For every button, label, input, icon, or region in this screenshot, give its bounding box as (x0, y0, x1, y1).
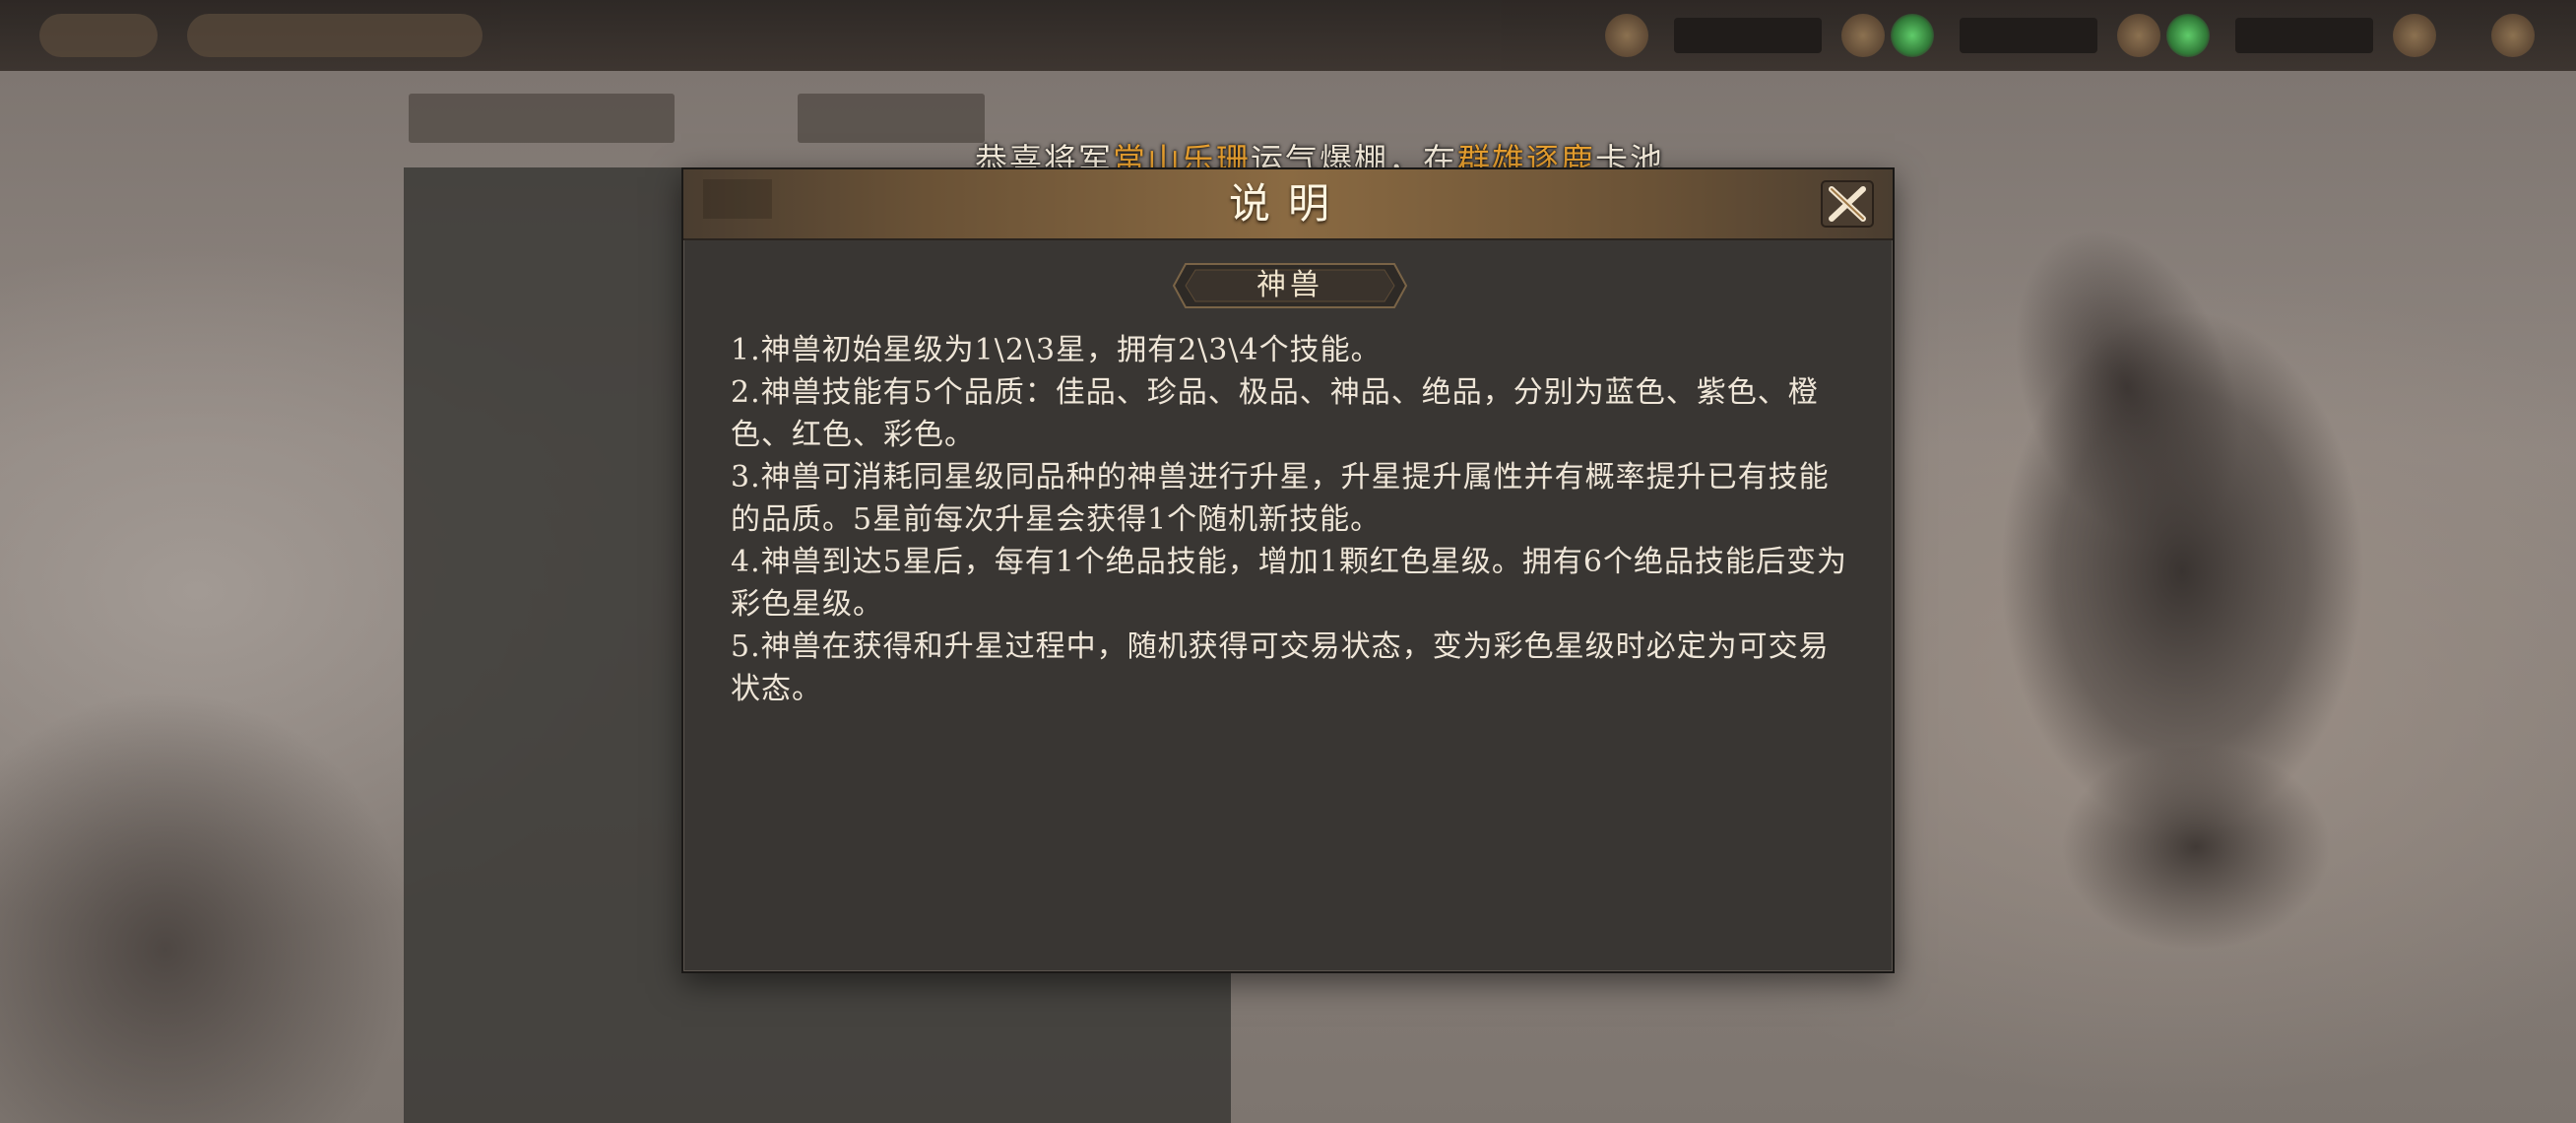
description-line: 3.神兽可消耗同星级同品种的神兽进行升星，升星提升属性并有概率提升已有技能的品质… (731, 460, 1830, 537)
hud-resource-bar (1674, 18, 1822, 53)
description-line: 4.神兽到达5星后，每有1个绝品技能，增加1颗红色星级。拥有6个绝品技能后变为彩… (731, 545, 1847, 622)
hud-coin-icon (2117, 14, 2160, 57)
background-smoke (0, 690, 414, 1123)
hud-coin-icon (1605, 14, 1648, 57)
game-screen: 恭喜将军常山乐珊运气爆棚，在群雄逐鹿卡池 说明 神兽 1.神兽初始星级为1\2\… (0, 0, 2576, 1123)
background-tab (409, 94, 675, 143)
info-dialog: 说明 神兽 1.神兽初始星级为1\2\3星，拥有2\3\4个技能。 2.神兽技能… (681, 167, 1895, 973)
hud-title-area (187, 14, 483, 57)
top-hud-bar (0, 0, 2576, 71)
description-line: 5.神兽在获得和升星过程中，随机获得可交易状态，变为彩色星级时必定为可交易状态。 (731, 629, 1830, 706)
hud-back-icon[interactable] (39, 14, 158, 57)
description-line: 1.神兽初始星级为1\2\3星，拥有2\3\4个技能。 (731, 333, 1382, 367)
close-x-icon (1821, 180, 1874, 228)
hud-resource-bar (1960, 18, 2097, 53)
close-button[interactable] (1818, 177, 1877, 231)
hud-resource-bar (2235, 18, 2373, 53)
hud-gem-icon (2166, 14, 2210, 57)
hud-gem-icon (1891, 14, 1934, 57)
section-tag: 神兽 (1172, 258, 1408, 313)
description-text: 1.神兽初始星级为1\2\3星，拥有2\3\4个技能。 2.神兽技能有5个品质：… (731, 329, 1853, 710)
description-line: 2.神兽技能有5个品质：佳品、珍品、极品、神品、绝品，分别为蓝色、紫色、橙色、红… (731, 375, 1819, 452)
hud-coin-icon (1841, 14, 1885, 57)
background-phoenix-tail (2009, 690, 2383, 1005)
hud-settings-icon[interactable] (2393, 14, 2436, 57)
background-tab (798, 94, 985, 143)
dialog-title: 说明 (1228, 179, 1347, 228)
hud-menu-icon[interactable] (2491, 14, 2535, 57)
dialog-header: 说明 (683, 169, 1893, 240)
section-tag-label: 神兽 (1256, 268, 1323, 302)
